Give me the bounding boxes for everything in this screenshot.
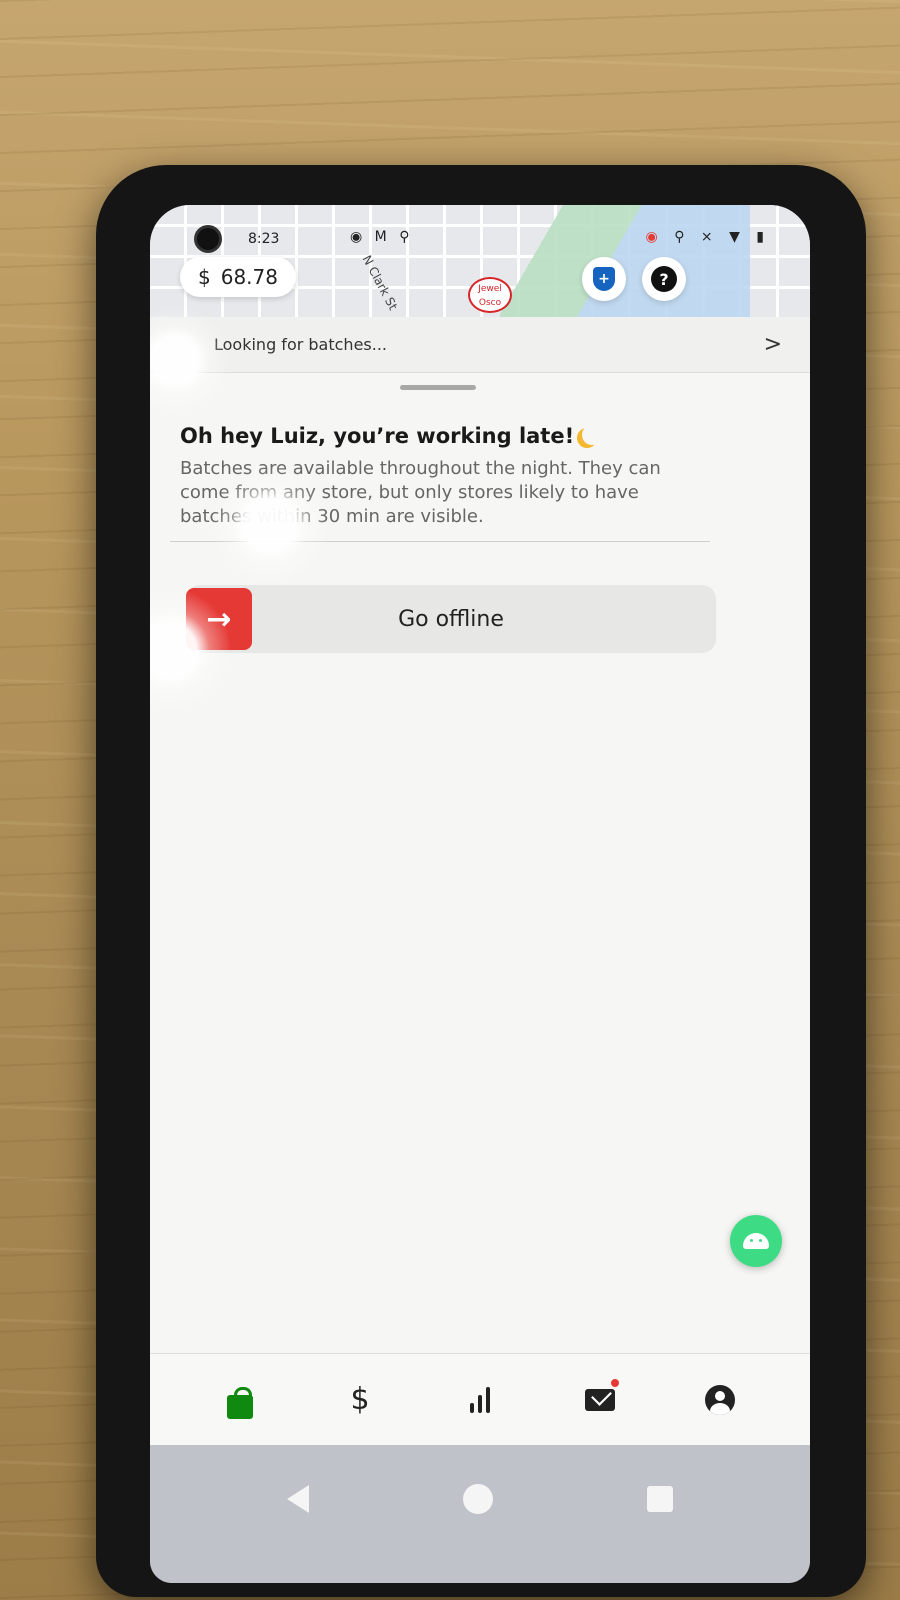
greeting-title: Oh hey Luiz, you’re working late! xyxy=(180,423,594,448)
status-right-icons: ◉ ⚲ ⨯ ▼ ▮ xyxy=(646,229,770,245)
front-camera xyxy=(194,225,222,253)
mail-icon xyxy=(585,1388,615,1411)
go-offline-label: Go offline xyxy=(398,606,504,632)
screen-record-icon: ◉ xyxy=(645,229,664,245)
notification-dot xyxy=(611,1378,619,1387)
glare-reflection xyxy=(210,465,330,585)
bar-chart-icon xyxy=(470,1386,490,1413)
looking-label: Looking for batches... xyxy=(214,335,387,354)
chevron-right-icon: > xyxy=(763,332,782,357)
safety-button[interactable]: + xyxy=(582,257,626,301)
nav-messages[interactable] xyxy=(575,1375,625,1425)
store-pin-label: Jewel Osco xyxy=(478,284,502,308)
phone-screen: 8:23 ◉ M ⚲ N Clark St ◉ ⚲ ⨯ ▼ ▮ $ 68.78 … xyxy=(150,205,810,1583)
shield-icon: + xyxy=(593,267,615,291)
status-system-icons: ⚲ ⨯ ▼ ▮ xyxy=(674,229,770,245)
greeting-text: Oh hey Luiz, you’re working late! xyxy=(180,424,575,448)
nav-stats[interactable] xyxy=(455,1375,505,1425)
currency-symbol: $ xyxy=(198,265,211,289)
dollar-icon: $ xyxy=(350,1382,370,1417)
nav-account[interactable] xyxy=(695,1375,745,1425)
go-offline-button[interactable]: → Go offline xyxy=(186,585,716,653)
help-icon: ? xyxy=(651,266,677,292)
map-view[interactable]: 8:23 ◉ M ⚲ N Clark St ◉ ⚲ ⨯ ▼ ▮ $ 68.78 … xyxy=(150,205,810,317)
bottom-nav: $ xyxy=(150,1353,810,1445)
recents-icon[interactable] xyxy=(647,1486,673,1512)
system-nav-bar xyxy=(150,1445,810,1583)
home-icon[interactable] xyxy=(463,1484,493,1514)
map-street-label: N Clark St xyxy=(359,253,401,313)
person-icon xyxy=(705,1384,735,1415)
moon-icon xyxy=(582,425,602,445)
android-icon xyxy=(743,1233,769,1249)
looking-for-batches-bar[interactable]: Looking for batches... > xyxy=(150,317,810,373)
nav-earnings[interactable]: $ xyxy=(335,1375,385,1425)
map-park-area xyxy=(500,205,750,317)
android-fab[interactable] xyxy=(730,1215,782,1267)
store-pin-jewel-osco[interactable]: Jewel Osco xyxy=(468,277,512,313)
earnings-amount: 68.78 xyxy=(220,265,278,289)
nav-batches[interactable] xyxy=(215,1375,265,1425)
status-time: 8:23 xyxy=(248,231,280,247)
bag-icon xyxy=(227,1386,253,1419)
earnings-pill[interactable]: $ 68.78 xyxy=(180,257,296,297)
sheet-grabber[interactable] xyxy=(400,385,476,390)
status-left-icons: ◉ M ⚲ xyxy=(350,229,414,245)
help-button[interactable]: ? xyxy=(642,257,686,301)
back-icon[interactable] xyxy=(287,1485,309,1513)
